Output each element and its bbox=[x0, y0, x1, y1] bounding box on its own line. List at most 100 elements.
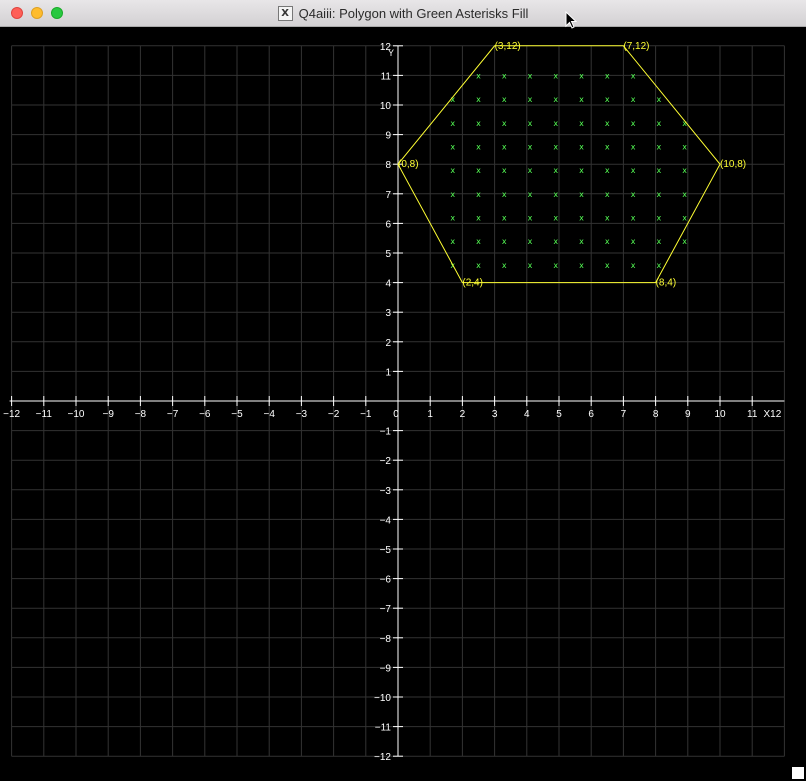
window-title: Q4aiii: Polygon with Green Asterisks Fil… bbox=[298, 6, 529, 21]
fill-mark: x bbox=[450, 119, 455, 128]
fill-mark: x bbox=[553, 213, 558, 222]
fill-mark: x bbox=[656, 190, 661, 199]
x-tick-label: 3 bbox=[492, 409, 498, 420]
fill-mark: x bbox=[579, 237, 584, 246]
x-axis-label: X12 bbox=[764, 409, 782, 420]
x-tick-label: 8 bbox=[653, 409, 659, 420]
fill-mark: x bbox=[631, 142, 636, 151]
fill-mark: x bbox=[605, 213, 610, 222]
fill-mark: x bbox=[579, 142, 584, 151]
resize-grip-icon[interactable] bbox=[792, 767, 804, 779]
x-tick-label: 4 bbox=[524, 409, 530, 420]
fill-mark: x bbox=[631, 166, 636, 175]
fill-mark: x bbox=[682, 190, 687, 199]
fill-mark: x bbox=[682, 213, 687, 222]
title-bar[interactable]: X Q4aiii: Polygon with Green Asterisks F… bbox=[0, 0, 806, 29]
x-tick-label: −2 bbox=[328, 409, 340, 420]
vertex-label: (0,8) bbox=[398, 159, 419, 170]
fill-mark: x bbox=[476, 95, 481, 104]
fill-mark: x bbox=[528, 71, 533, 80]
fill-mark: x bbox=[528, 166, 533, 175]
fill-mark: x bbox=[476, 190, 481, 199]
y-tick-label: −1 bbox=[380, 427, 392, 438]
y-tick-label: −4 bbox=[380, 515, 392, 526]
fill-mark: x bbox=[656, 95, 661, 104]
fill-mark: x bbox=[450, 213, 455, 222]
fill-mark: x bbox=[450, 166, 455, 175]
fill-mark: x bbox=[476, 71, 481, 80]
fill-mark: x bbox=[656, 261, 661, 270]
x-tick-label: −5 bbox=[231, 409, 243, 420]
fill-mark: x bbox=[579, 261, 584, 270]
plot-canvas[interactable]: −12 −11 −10 −9 −8 −7 −6 −5 −4 −3 −2 −1 0 1 2 3 4 5 6 7 8 9 10 1… bbox=[0, 27, 806, 781]
fill-mark: x bbox=[502, 95, 507, 104]
vertex-label: (7,12) bbox=[623, 41, 649, 52]
fill-mark: x bbox=[502, 142, 507, 151]
x-tick-label: −10 bbox=[68, 409, 85, 420]
y-tick-label: 6 bbox=[385, 219, 391, 230]
fill-mark: x bbox=[631, 190, 636, 199]
fill-mark: x bbox=[605, 71, 610, 80]
asterisk-fill: x x x x x x x x x x x x x x x x x x x x x x x x x x x x x x x x x x x x x x x x… bbox=[450, 71, 687, 269]
y-axis-label: Y bbox=[388, 48, 394, 58]
y-tick-label: 10 bbox=[380, 101, 392, 112]
x-tick-label: −6 bbox=[199, 409, 211, 420]
axes bbox=[9, 45, 785, 757]
x11-app-icon: X bbox=[277, 6, 293, 21]
fill-mark: x bbox=[502, 71, 507, 80]
y-tick-label: 3 bbox=[385, 308, 391, 319]
vertex-label: (8,4) bbox=[656, 278, 677, 289]
fill-mark: x bbox=[553, 71, 558, 80]
fill-mark: x bbox=[656, 237, 661, 246]
y-tick-label: −7 bbox=[380, 604, 392, 615]
y-tick-label: −9 bbox=[380, 663, 392, 674]
fill-mark: x bbox=[579, 166, 584, 175]
x-tick-label: −8 bbox=[135, 409, 147, 420]
y-tick-label: 7 bbox=[385, 190, 391, 201]
y-tick-label: 11 bbox=[381, 71, 392, 82]
fill-mark: x bbox=[656, 119, 661, 128]
x-tick-label: 6 bbox=[588, 409, 594, 420]
fill-mark: x bbox=[631, 71, 636, 80]
app-window: X Q4aiii: Polygon with Green Asterisks F… bbox=[0, 0, 806, 781]
fill-mark: x bbox=[682, 166, 687, 175]
fill-mark: x bbox=[450, 190, 455, 199]
x-tick-label: 10 bbox=[714, 409, 726, 420]
fill-mark: x bbox=[631, 237, 636, 246]
fill-mark: x bbox=[605, 119, 610, 128]
y-tick-label: −5 bbox=[380, 545, 392, 556]
vertex-label: (10,8) bbox=[720, 159, 746, 170]
x-tick-label: 9 bbox=[685, 409, 691, 420]
axis-ticks: −12 −11 −10 −9 −8 −7 −6 −5 −4 −3 −2 −1 0 1 2 3 4 5 6 7 8 9 10 1… bbox=[3, 42, 782, 763]
fill-mark: x bbox=[553, 166, 558, 175]
x-tick-label: 1 bbox=[427, 409, 433, 420]
fill-mark: x bbox=[528, 119, 533, 128]
fill-mark: x bbox=[605, 237, 610, 246]
y-tick-label: −8 bbox=[380, 634, 392, 645]
fill-mark: x bbox=[528, 95, 533, 104]
fill-mark: x bbox=[528, 190, 533, 199]
fill-mark: x bbox=[528, 237, 533, 246]
fill-mark: x bbox=[631, 261, 636, 270]
fill-mark: x bbox=[579, 71, 584, 80]
y-tick-label: 4 bbox=[385, 279, 391, 290]
y-tick-label: −11 bbox=[375, 723, 392, 734]
x-tick-label: −3 bbox=[296, 409, 308, 420]
fill-mark: x bbox=[631, 95, 636, 104]
fill-mark: x bbox=[528, 142, 533, 151]
fill-mark: x bbox=[579, 213, 584, 222]
fill-mark: x bbox=[476, 213, 481, 222]
fill-mark: x bbox=[502, 237, 507, 246]
x-tick-label: 5 bbox=[556, 409, 562, 420]
y-tick-label: −12 bbox=[374, 752, 391, 763]
fill-mark: x bbox=[476, 166, 481, 175]
fill-mark: x bbox=[682, 142, 687, 151]
fill-mark: x bbox=[605, 142, 610, 151]
fill-mark: x bbox=[631, 119, 636, 128]
fill-mark: x bbox=[553, 142, 558, 151]
x-tick-label: −1 bbox=[360, 409, 372, 420]
x-tick-label: 7 bbox=[621, 409, 627, 420]
x-tick-label: 11 bbox=[747, 409, 758, 420]
fill-mark: x bbox=[476, 261, 481, 270]
fill-mark: x bbox=[605, 166, 610, 175]
